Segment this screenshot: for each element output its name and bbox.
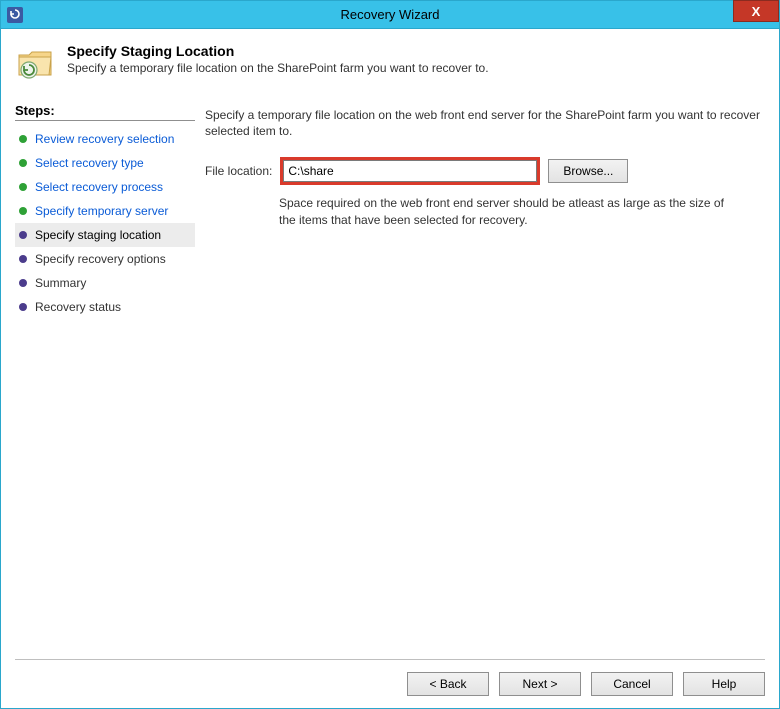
step-bullet-icon	[19, 279, 27, 287]
file-location-label: File location:	[205, 164, 272, 178]
help-button[interactable]: Help	[683, 672, 765, 696]
step-bullet-icon	[19, 183, 27, 191]
step-label: Recovery status	[35, 300, 121, 314]
titlebar: Recovery Wizard X	[1, 1, 779, 29]
step-specify-staging-location[interactable]: Specify staging location	[15, 223, 195, 247]
step-label: Select recovery type	[35, 156, 144, 170]
recovery-wizard-window: Recovery Wizard X Specify Staging Locati…	[0, 0, 780, 709]
step-summary[interactable]: Summary	[15, 271, 195, 295]
step-bullet-icon	[19, 135, 27, 143]
step-bullet-icon	[19, 303, 27, 311]
step-select-recovery-process[interactable]: Select recovery process	[15, 175, 195, 199]
step-label: Review recovery selection	[35, 132, 174, 146]
cancel-button[interactable]: Cancel	[591, 672, 673, 696]
file-location-row: File location: Browse...	[205, 157, 765, 185]
steps-divider	[15, 120, 195, 121]
steps-heading: Steps:	[15, 103, 195, 118]
steps-sidebar: Steps: Review recovery selection Select …	[15, 103, 205, 651]
step-specify-temporary-server[interactable]: Specify temporary server	[15, 199, 195, 223]
close-icon: X	[752, 4, 761, 19]
space-required-hint: Space required on the web front end serv…	[279, 195, 739, 227]
step-specify-recovery-options[interactable]: Specify recovery options	[15, 247, 195, 271]
wizard-footer: < Back Next > Cancel Help	[15, 659, 765, 696]
step-bullet-icon	[19, 231, 27, 239]
instruction-text: Specify a temporary file location on the…	[205, 107, 765, 139]
app-icon	[7, 7, 23, 23]
content-area: Specify Staging Location Specify a tempo…	[1, 29, 779, 708]
page-title: Specify Staging Location	[67, 43, 489, 59]
step-label: Select recovery process	[35, 180, 163, 194]
body-row: Steps: Review recovery selection Select …	[15, 103, 765, 651]
folder-recovery-icon	[15, 43, 57, 85]
step-label: Specify staging location	[35, 228, 161, 242]
file-location-input[interactable]	[283, 160, 537, 182]
main-panel: Specify a temporary file location on the…	[205, 103, 765, 651]
step-bullet-icon	[19, 159, 27, 167]
step-label: Specify temporary server	[35, 204, 168, 218]
step-label: Specify recovery options	[35, 252, 166, 266]
header-texts: Specify Staging Location Specify a tempo…	[67, 43, 489, 75]
step-bullet-icon	[19, 255, 27, 263]
step-bullet-icon	[19, 207, 27, 215]
step-select-recovery-type[interactable]: Select recovery type	[15, 151, 195, 175]
browse-button[interactable]: Browse...	[548, 159, 628, 183]
page-header: Specify Staging Location Specify a tempo…	[15, 43, 765, 95]
close-button[interactable]: X	[733, 0, 779, 22]
step-label: Summary	[35, 276, 86, 290]
window-title: Recovery Wizard	[1, 7, 779, 22]
back-button[interactable]: < Back	[407, 672, 489, 696]
page-subtitle: Specify a temporary file location on the…	[67, 61, 489, 75]
step-recovery-status[interactable]: Recovery status	[15, 295, 195, 319]
file-location-highlight	[280, 157, 540, 185]
step-review-recovery-selection[interactable]: Review recovery selection	[15, 127, 195, 151]
next-button[interactable]: Next >	[499, 672, 581, 696]
